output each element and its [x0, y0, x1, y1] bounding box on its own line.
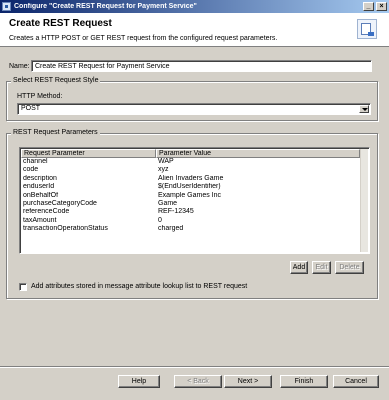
- parameter-name-cell: purchaseCategoryCode: [23, 199, 97, 207]
- finish-button[interactable]: Finish: [280, 375, 328, 388]
- add-button[interactable]: Add: [290, 261, 308, 274]
- http-method-value: POST: [21, 105, 41, 112]
- table-row[interactable]: description Alien Invaders Game: [21, 175, 360, 183]
- column-header-value[interactable]: Parameter Value: [156, 149, 360, 158]
- minimize-button[interactable]: _: [363, 2, 374, 11]
- parameter-value-cell: charged: [158, 225, 184, 233]
- parameter-value-cell: WAP: [158, 158, 174, 165]
- parameter-name-cell: referenceCode: [23, 208, 70, 216]
- table-scrollbar[interactable]: [360, 149, 368, 252]
- name-label: Name:: [9, 63, 30, 70]
- params-table[interactable]: Request Parameter Parameter Value channe…: [19, 147, 370, 254]
- parameter-name-cell: onBehalfOf: [23, 191, 59, 199]
- table-row[interactable]: onBehalfOf Example Games Inc: [21, 192, 360, 200]
- footer-separator: [0, 366, 389, 368]
- wizard-icon: [357, 19, 377, 39]
- lookup-attributes-checkbox[interactable]: [19, 283, 27, 291]
- table-row[interactable]: referenceCode REF-12345: [21, 208, 360, 216]
- next-button[interactable]: Next >: [224, 375, 272, 388]
- parameter-value-cell: Example Games Inc: [158, 191, 222, 199]
- parameter-value-cell: Alien Invaders Game: [158, 174, 224, 182]
- table-row[interactable]: purchaseCategoryCode Game: [21, 200, 360, 208]
- back-button[interactable]: < Back: [174, 375, 222, 388]
- parameter-value-cell: 0: [158, 216, 162, 224]
- parameter-name-cell: transactionOperationStatus: [23, 225, 108, 233]
- cancel-button[interactable]: Cancel: [333, 375, 379, 388]
- http-method-select[interactable]: POST: [17, 103, 371, 115]
- table-row[interactable]: code xyz: [21, 166, 360, 174]
- request-style-legend: Select REST Request Style: [11, 77, 101, 84]
- parameter-name-cell: enduserId: [23, 183, 55, 191]
- window-titlebar: Configure "Create REST Request for Payme…: [0, 0, 389, 13]
- table-row[interactable]: channel WAP: [21, 158, 360, 166]
- edit-button[interactable]: Edit: [312, 261, 331, 274]
- request-params-legend: REST Request Parameters: [11, 129, 100, 136]
- app-icon: [2, 2, 11, 11]
- parameter-name-cell: description: [23, 174, 57, 182]
- table-row[interactable]: taxAmount 0: [21, 217, 360, 225]
- parameter-value-cell: Game: [158, 199, 178, 207]
- close-button[interactable]: ×: [376, 2, 387, 11]
- parameter-name-cell: taxAmount: [23, 216, 57, 224]
- parameter-value-cell: REF-12345: [158, 208, 194, 216]
- help-button[interactable]: Help: [118, 375, 160, 388]
- name-field[interactable]: Create REST Request for Payment Service: [31, 60, 372, 72]
- lookup-attributes-label: Add attributes stored in message attribu…: [31, 283, 248, 290]
- chevron-down-icon[interactable]: [359, 105, 369, 113]
- http-method-label: HTTP Method:: [17, 93, 63, 100]
- page-description: Creates a HTTP POST or GET REST request …: [9, 35, 278, 42]
- parameter-value-cell: xyz: [158, 166, 169, 174]
- window-title: Configure "Create REST Request for Payme…: [14, 3, 197, 10]
- table-row[interactable]: enduserId $(EndUserIdentifier): [21, 183, 360, 191]
- page-title: Create REST Request: [9, 18, 112, 29]
- parameter-value-cell: $(EndUserIdentifier): [158, 183, 221, 191]
- column-header-parameter[interactable]: Request Parameter: [21, 149, 156, 158]
- delete-button[interactable]: Delete: [335, 261, 364, 274]
- request-style-group: Select REST Request Style: [6, 77, 378, 121]
- params-table-body: channel WAP code xyz description Alien Invade…: [21, 158, 360, 234]
- wizard-header: Create REST Request Creates a HTTP POST …: [0, 13, 389, 47]
- parameter-name-cell: channel: [23, 158, 48, 165]
- parameter-name-cell: code: [23, 166, 39, 174]
- table-row[interactable]: transactionOperationStatus charged: [21, 225, 360, 233]
- params-table-header: Request Parameter Parameter Value: [21, 149, 360, 158]
